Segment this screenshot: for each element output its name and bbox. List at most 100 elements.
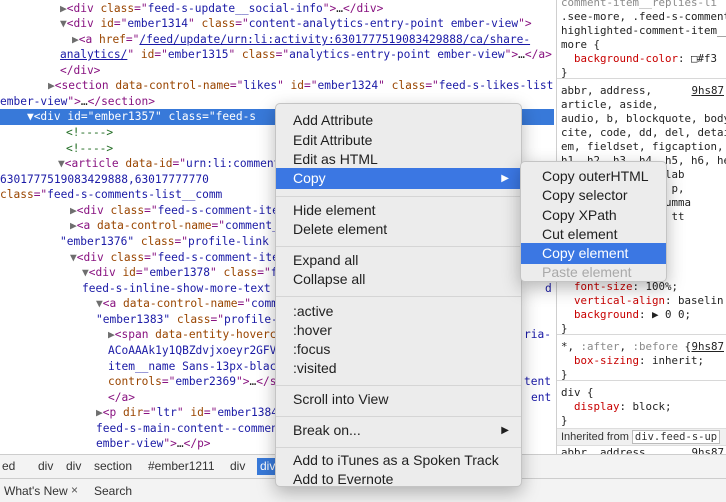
dom-node-line[interactable]: ACoAAAk1y1QBZdvjxoeyr2GFV-	[108, 343, 283, 359]
dom-node-line[interactable]: ▶<section data-control-name="likes" id="…	[48, 78, 553, 94]
disclosure-triangle-icon[interactable]: ▶	[70, 219, 77, 232]
dom-token: ▼	[0, 110, 34, 123]
style-rule-line[interactable]: article, aside,	[561, 98, 659, 112]
dom-node-line[interactable]: ▼<div id="ember1378" class="f	[82, 265, 277, 281]
menu-item-copy-element[interactable]: Copy element	[521, 243, 666, 264]
style-rule-line[interactable]: .see-more, .feed-s-comment	[561, 10, 726, 24]
tab-whats-new[interactable]: What's New	[4, 484, 68, 498]
dom-node-line[interactable]: <!---->	[66, 141, 113, 157]
disclosure-triangle-icon[interactable]: ▶	[96, 406, 103, 419]
inherited-selector-link[interactable]: div.feed-s-up	[631, 430, 721, 444]
dom-node-line[interactable]: ▼<div id="ember1314" class="content-anal…	[60, 16, 532, 32]
breadcrumb-item-div[interactable]: div	[38, 459, 53, 473]
dom-node-line[interactable]: ▼<article data-id="urn:li:comment	[58, 156, 280, 172]
dom-node-line[interactable]: analytics/" id="ember1315" class="analyt…	[60, 47, 552, 63]
dom-node-line[interactable]: feed-s-inline-show-more-text	[82, 281, 277, 297]
dom-node-line[interactable]: <!---->	[66, 125, 113, 141]
stylesheet-source-link[interactable]: 9hs87	[691, 340, 724, 354]
menu-item-expand-all[interactable]: Expand all	[276, 250, 521, 271]
style-rule-line[interactable]: comment-item__replies-li	[561, 0, 717, 10]
dom-node-line[interactable]: feed-s-main-content--comment	[96, 421, 285, 437]
dom-token: <a	[102, 297, 123, 310]
dom-node-line[interactable]: "ember1383" class="profile-	[96, 312, 278, 328]
breadcrumb-item-div[interactable]: div	[66, 459, 81, 473]
disclosure-triangle-icon[interactable]: ▶	[70, 204, 77, 217]
style-rule-line[interactable]: more {	[561, 38, 600, 52]
dom-token[interactable]: analytics/	[60, 48, 127, 61]
style-rule-line[interactable]: }	[561, 322, 568, 336]
disclosure-triangle-icon[interactable]: ▼	[82, 266, 89, 279]
style-rule-line[interactable]: background-color: □#f3	[561, 52, 717, 66]
breadcrumb-item-ember1211[interactable]: #ember1211	[148, 459, 215, 473]
disclosure-triangle-icon[interactable]: ▶	[48, 79, 55, 92]
dom-node-line[interactable]: "ember1376" class="profile-link	[60, 234, 269, 250]
dom-node-fragment: tent	[524, 375, 551, 388]
menu-item-hide-element[interactable]: Hide element	[276, 200, 521, 221]
dom-node-line[interactable]: </div>	[60, 63, 100, 79]
dom-node-line[interactable]: </a>	[108, 390, 135, 406]
disclosure-triangle-icon[interactable]: ▼	[70, 251, 77, 264]
menu-item-copy[interactable]: Copy ▶	[276, 168, 521, 189]
menu-item-active[interactable]: :active	[276, 301, 521, 322]
disclosure-triangle-icon[interactable]: ▶	[60, 2, 67, 15]
dom-token[interactable]: /feed/update/urn:li:activity:63017775190…	[139, 33, 530, 46]
style-rule-line[interactable]: background: ▶ 0 0;	[561, 308, 691, 322]
dom-node-line[interactable]: ▶<a href="/feed/update/urn:li:activity:6…	[72, 32, 530, 48]
disclosure-triangle-icon[interactable]: ▼	[60, 17, 67, 30]
disclosure-triangle-icon[interactable]: ▼	[58, 157, 65, 170]
dom-node-line[interactable]: class="feed-s-comments-list__comm	[0, 187, 222, 203]
dom-node-line[interactable]: ▶<p dir="ltr" id="ember1384	[96, 405, 278, 421]
dom-node-line[interactable]: controls="ember2369">…</s	[108, 374, 276, 390]
close-icon[interactable]: ×	[71, 483, 78, 497]
dom-node-line[interactable]: 6301777519083429888,63017777770	[0, 172, 209, 188]
disclosure-triangle-icon[interactable]: ▼	[96, 297, 103, 310]
dom-node-line[interactable]: ▼<a data-control-name="comm	[96, 296, 278, 312]
menu-item-cut-element[interactable]: Cut element	[521, 224, 666, 245]
dom-node-line[interactable]: ▶<span data-entity-hoverc	[108, 327, 276, 343]
style-rule-line[interactable]: }	[561, 66, 568, 80]
dom-node-line[interactable]: ▶<a data-control-name="comment_	[70, 218, 279, 234]
style-rule-line[interactable]: div {	[561, 386, 594, 400]
style-rule-line[interactable]: box-sizing: inherit;	[561, 354, 704, 368]
menu-item-copy-selector[interactable]: Copy selector	[521, 185, 666, 206]
style-rule-line[interactable]: *, :after, :before {	[561, 340, 691, 354]
stylesheet-source-link[interactable]: 9hs87	[691, 84, 724, 98]
menu-item-add-to-itunes-as-a-spoken-track[interactable]: Add to iTunes as a Spoken Track	[276, 450, 521, 471]
menu-item-scroll-into-view[interactable]: Scroll into View	[276, 389, 521, 410]
style-rule-line[interactable]: }	[561, 368, 568, 382]
dom-node-line[interactable]: ▼<div class="feed-s-comment-ite	[70, 250, 279, 266]
menu-item-edit-attribute[interactable]: Edit Attribute	[276, 130, 521, 151]
dom-node-line[interactable]: item__name Sans-13px-black	[108, 359, 283, 375]
menu-item-add-attribute[interactable]: Add Attribute	[276, 110, 521, 131]
dom-node-line[interactable]: ember-view">…</section>	[0, 94, 155, 110]
breadcrumb-item-div[interactable]: div	[230, 459, 245, 473]
menu-item-focus[interactable]: :focus	[276, 339, 521, 360]
disclosure-triangle-icon[interactable]: ▶	[108, 328, 115, 341]
menu-item-copy-xpath[interactable]: Copy XPath	[521, 205, 666, 226]
stylesheet-source-link[interactable]: 9hs87	[691, 446, 724, 454]
menu-item-edit-as-html[interactable]: Edit as HTML	[276, 149, 521, 170]
style-rule-line[interactable]: abbr, address,	[561, 446, 652, 454]
menu-item-add-to-evernote[interactable]: Add to Evernote	[276, 469, 521, 490]
style-rule-line[interactable]: em, fieldset, figcaption,	[561, 140, 724, 154]
menu-item-delete-element[interactable]: Delete element	[276, 219, 521, 240]
style-rule-line[interactable]: cite, code, dd, del, detai	[561, 126, 726, 140]
menu-item-break-on[interactable]: Break on... ▶	[276, 420, 521, 441]
dom-node-line[interactable]: ▶<div class="feed-s-comment-ite	[70, 203, 279, 219]
style-rule-line[interactable]: }	[561, 414, 568, 428]
menu-item-copy-outerhtml[interactable]: Copy outerHTML	[521, 166, 666, 187]
dom-node-line[interactable]: ember-view">…</p>	[96, 436, 211, 452]
breadcrumb-item-section[interactable]: section	[94, 459, 132, 473]
style-rule-line[interactable]: display: block;	[561, 400, 672, 414]
disclosure-triangle-icon[interactable]: ▶	[72, 33, 79, 46]
style-rule-line[interactable]: highlighted-comment-item__	[561, 24, 726, 38]
menu-item-visited[interactable]: :visited	[276, 358, 521, 379]
style-rule-line[interactable]: abbr, address,	[561, 84, 652, 98]
dom-node-line[interactable]: ▶<div class="feed-s-update__social-info"…	[60, 1, 383, 17]
style-rule-line[interactable]: audio, b, blockquote, body	[561, 112, 726, 126]
tab-search[interactable]: Search	[94, 484, 132, 498]
breadcrumb-item-ed[interactable]: ed	[2, 459, 15, 473]
menu-item-collapse-all[interactable]: Collapse all	[276, 269, 521, 290]
menu-item-hover[interactable]: :hover	[276, 320, 521, 341]
style-rule-line[interactable]: vertical-align: baselin	[561, 294, 724, 308]
